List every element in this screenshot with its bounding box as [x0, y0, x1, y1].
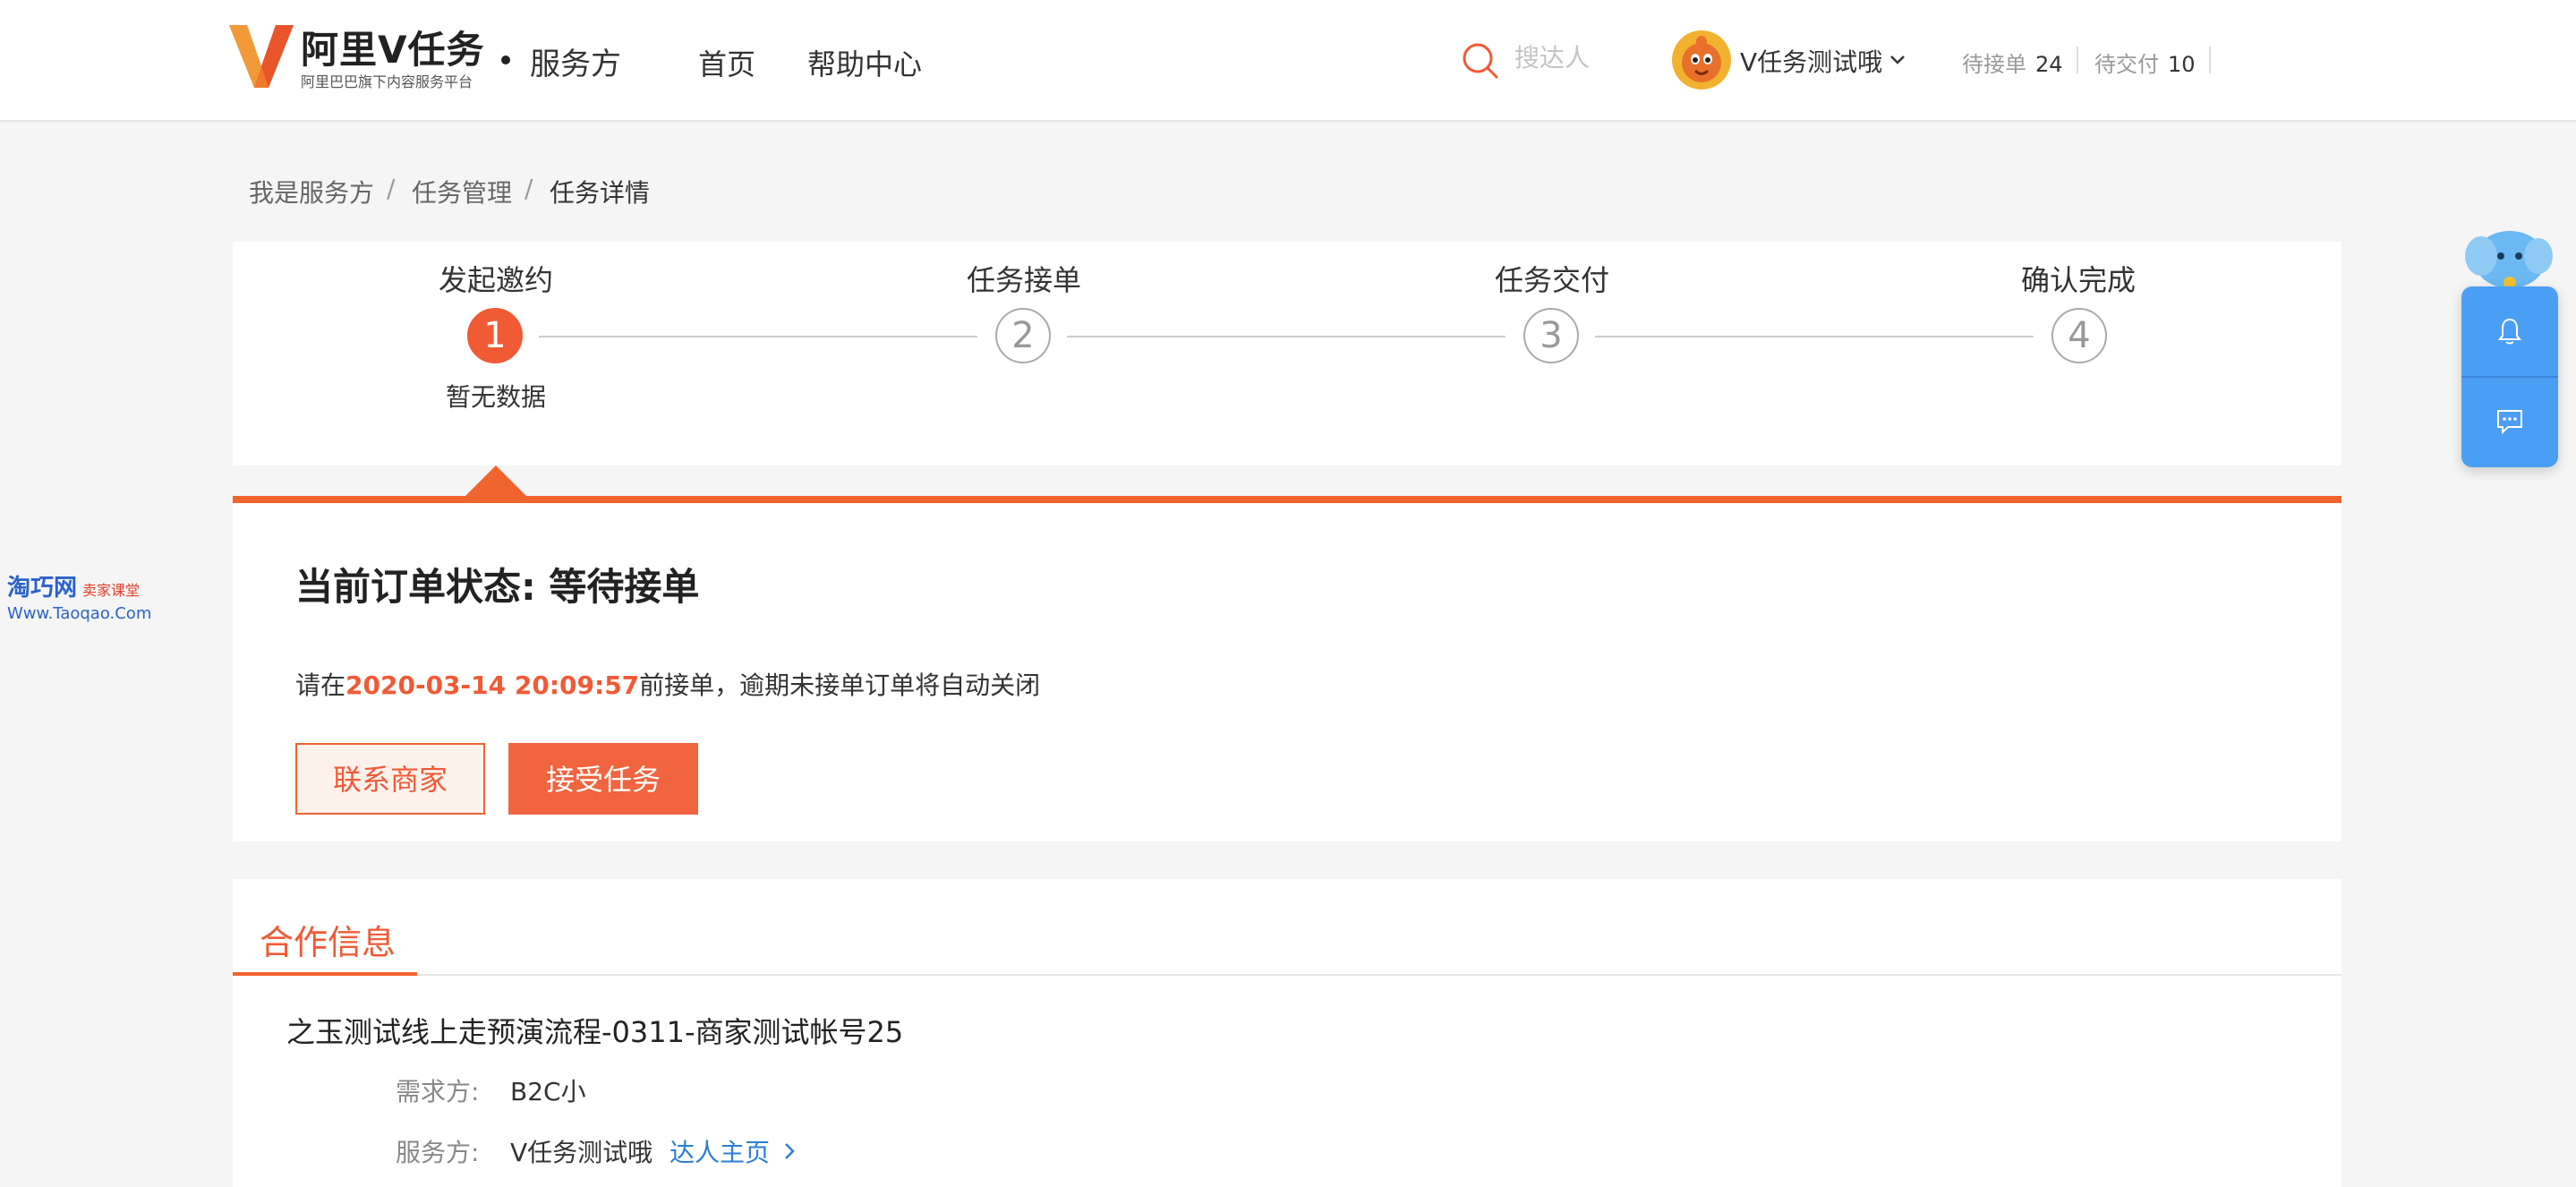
stat-count: 10 — [2168, 52, 2196, 77]
step-label: 发起邀约 — [439, 263, 554, 297]
step-pointer — [465, 465, 526, 496]
divider — [2209, 47, 2211, 73]
message-button[interactable] — [2461, 378, 2558, 467]
order-status-panel: 当前订单状态: 等待接单 请在2020-03-14 20:09:57前接单，逾期… — [233, 496, 2341, 841]
watermark-url: Www.Taoqao.Com — [7, 604, 152, 623]
breadcrumb-current: 任务详情 — [550, 178, 651, 208]
chevron-down-icon[interactable] — [1889, 54, 1906, 66]
talent-homepage-link[interactable]: 达人主页 — [670, 1133, 770, 1169]
bell-icon — [2498, 318, 2521, 345]
progress-steps: 发起邀约 任务接单 任务交付 确认完成 1 2 3 4 暂无数据 — [233, 242, 2341, 465]
step-connector — [539, 336, 977, 337]
watermark: 淘巧网 卖家课堂 Www.Taoqao.Com — [7, 569, 159, 623]
cooperation-panel: 合作信息 之玉测试线上走预演流程-0311-商家测试帐号25 需求方: B2C小… — [233, 879, 2341, 1187]
stat-label: 待接单 — [1962, 52, 2026, 77]
stat-pending-accept[interactable]: 待接单 24 — [1962, 47, 2063, 78]
watermark-tag: 卖家课堂 — [82, 582, 141, 599]
elephant-mascot-icon[interactable] — [2463, 222, 2553, 294]
logo[interactable]: 阿里V任务 阿里巴巴旗下内容服务平台 — [229, 25, 525, 93]
step-note: 暂无数据 — [446, 382, 547, 412]
step-label: 确认完成 — [2021, 263, 2137, 297]
avatar[interactable] — [1672, 30, 1731, 90]
breadcrumb-separator: / — [525, 174, 533, 203]
step-circle-active: 1 — [467, 308, 523, 363]
service-value: V任务测试哦 — [510, 1138, 653, 1167]
stat-pending-deliver[interactable]: 待交付 10 — [2094, 47, 2196, 78]
step-connector — [1595, 336, 2034, 337]
role-label: 服务方 — [530, 47, 621, 82]
nav-help-center[interactable]: 帮助中心 — [807, 42, 922, 83]
logo-v-icon — [229, 25, 294, 88]
user-name[interactable]: V任务测试哦 — [1740, 43, 1882, 79]
step-connector — [1067, 336, 1506, 337]
divider — [2077, 47, 2078, 73]
watermark-site: 淘巧网 — [7, 575, 78, 602]
divider — [233, 974, 2341, 976]
order-status-title: 当前订单状态: 等待接单 — [295, 565, 700, 609]
message-prefix: 请在 — [295, 670, 346, 700]
deadline-time: 2020-03-14 20:09:57 — [345, 670, 640, 700]
breadcrumb-item[interactable]: 任务管理 — [412, 174, 512, 209]
contact-merchant-button[interactable]: 联系商家 — [295, 743, 485, 815]
demand-label: 需求方: — [396, 1077, 480, 1106]
step-circle: 2 — [995, 308, 1051, 363]
notification-button[interactable] — [2461, 286, 2558, 376]
search-input[interactable] — [1514, 39, 1640, 75]
accept-task-button[interactable]: 接受任务 — [508, 743, 698, 815]
chevron-right-icon[interactable] — [782, 1140, 797, 1162]
logo-dot — [501, 56, 510, 64]
search-icon[interactable] — [1461, 41, 1500, 81]
top-header: 阿里V任务 阿里巴巴旗下内容服务平台 服务方 首页 帮助中心 V任务测试哦 待接… — [0, 0, 2576, 122]
floating-toolbar — [2461, 286, 2558, 467]
demand-value: B2C小 — [510, 1077, 586, 1106]
breadcrumb-item[interactable]: 我是服务方 — [249, 174, 374, 209]
service-label: 服务方: — [396, 1138, 480, 1167]
tab-cooperation-info[interactable]: 合作信息 — [260, 915, 396, 964]
nav-home[interactable]: 首页 — [698, 42, 755, 83]
tab-active-indicator — [233, 972, 417, 976]
order-status-message: 请在2020-03-14 20:09:57前接单，逾期未接单订单将自动关闭 — [295, 666, 1040, 702]
logo-title: 阿里V任务 — [301, 28, 485, 72]
step-label: 任务交付 — [1495, 263, 1610, 297]
step-label: 任务接单 — [967, 263, 1082, 297]
step-circle: 4 — [2051, 308, 2107, 363]
logo-subtitle: 阿里巴巴旗下内容服务平台 — [301, 73, 473, 90]
chat-icon — [2497, 410, 2522, 435]
breadcrumb-separator: / — [387, 174, 396, 203]
stat-count: 24 — [2035, 52, 2063, 77]
stat-label: 待交付 — [2094, 52, 2159, 77]
step-circle: 3 — [1523, 308, 1579, 363]
message-suffix: 前接单，逾期未接单订单将自动关闭 — [639, 670, 1041, 700]
task-name: 之玉测试线上走预演流程-0311-商家测试帐号25 — [286, 1015, 904, 1049]
